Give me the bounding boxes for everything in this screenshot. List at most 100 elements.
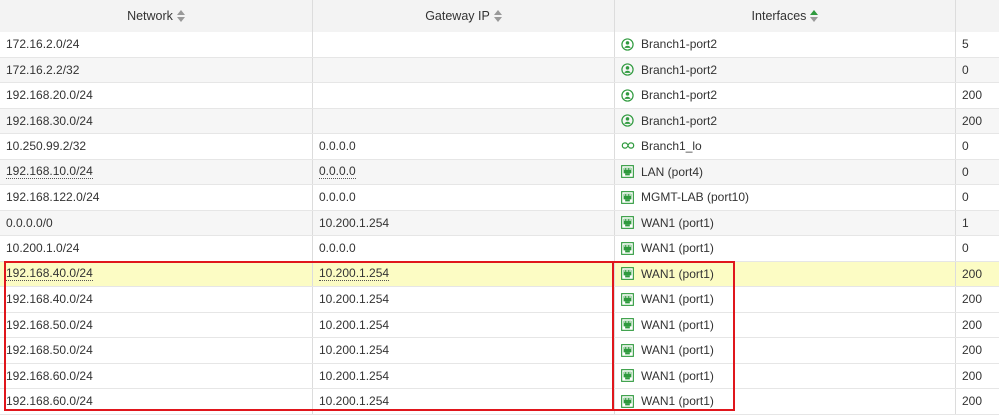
cell-extra: 1 xyxy=(956,211,999,236)
cell-network: 192.168.10.0/24 xyxy=(0,159,313,184)
cell-gateway xyxy=(313,108,615,133)
cell-extra: 200 xyxy=(956,364,999,389)
column-header-network[interactable]: Network xyxy=(0,0,313,32)
cell-network: 192.168.50.0/24 xyxy=(0,312,313,337)
cell-interface: WAN1 (port1) xyxy=(615,287,956,312)
network-value: 10.200.1.0/24 xyxy=(6,241,80,256)
sort-icon[interactable] xyxy=(493,10,502,22)
ethernet-port-icon xyxy=(621,216,634,230)
interface-value: Branch1-port2 xyxy=(641,37,718,52)
table-row[interactable]: 192.168.30.0/24 Branch1-port2 200 xyxy=(0,108,999,134)
table-row[interactable]: 192.168.10.0/24 0.0.0.0 LAN (port4) 0 xyxy=(0,159,999,185)
interface-value: WAN1 (port1) xyxy=(641,292,714,307)
extra-value: 0 xyxy=(962,62,969,77)
column-header-interfaces[interactable]: Interfaces xyxy=(615,0,956,32)
cell-network: 192.168.122.0/24 xyxy=(0,185,313,210)
cell-interface: WAN1 (port1) xyxy=(615,389,956,414)
cell-interface: Branch1-port2 xyxy=(615,83,956,108)
table-row[interactable]: 192.168.60.0/24 10.200.1.254 WAN1 (port1) 2… xyxy=(0,363,999,389)
extra-value: 200 xyxy=(962,394,983,409)
cell-network: 192.168.30.0/24 xyxy=(0,108,313,133)
cell-interface: Branch1-port2 xyxy=(615,57,956,82)
extra-value: 0 xyxy=(962,190,969,205)
cell-network: 192.168.60.0/24 xyxy=(0,389,313,414)
cell-gateway: 10.200.1.254 xyxy=(313,338,615,363)
extra-value: 200 xyxy=(962,343,983,358)
gateway-value: 0.0.0.0 xyxy=(319,164,356,180)
extra-value: 200 xyxy=(962,88,983,103)
cell-gateway: 0.0.0.0 xyxy=(313,159,615,184)
column-header-extra[interactable] xyxy=(956,0,999,32)
cell-network: 192.168.40.0/24 xyxy=(0,261,313,286)
cell-extra: 0 xyxy=(956,185,999,210)
extra-value: 0 xyxy=(962,241,969,256)
loopback-icon xyxy=(621,140,635,153)
cell-network: 192.168.40.0/24 xyxy=(0,287,313,312)
table-row[interactable]: 192.168.60.0/24 10.200.1.254 WAN1 (port1) 2… xyxy=(0,389,999,415)
table-row[interactable]: 10.200.1.0/24 0.0.0.0 WAN1 (port1) 0 xyxy=(0,236,999,262)
interface-value: WAN1 (port1) xyxy=(641,394,714,409)
network-value: 192.168.40.0/24 xyxy=(6,292,93,307)
column-header-gateway[interactable]: Gateway IP xyxy=(313,0,615,32)
table-row[interactable]: 172.16.2.2/32 Branch1-port2 0 xyxy=(0,57,999,83)
table-row[interactable]: 192.168.50.0/24 10.200.1.254 WAN1 (port1) 2… xyxy=(0,338,999,364)
cell-interface: LAN (port4) xyxy=(615,159,956,184)
cell-extra: 200 xyxy=(956,109,999,134)
cell-network: 192.168.50.0/24 xyxy=(0,338,313,363)
gateway-value: 10.200.1.254 xyxy=(319,394,390,409)
cell-network: 10.250.99.2/32 xyxy=(0,134,313,159)
cell-extra: 0 xyxy=(956,58,999,83)
interface-value: Branch1_lo xyxy=(641,139,702,154)
interface-value: WAN1 (port1) xyxy=(641,317,714,332)
sort-ascending-icon[interactable] xyxy=(810,10,819,22)
interface-value: Branch1-port2 xyxy=(641,62,718,77)
user-circle-icon xyxy=(621,89,634,102)
ethernet-port-icon xyxy=(621,165,634,179)
table-row[interactable]: 192.168.50.0/24 10.200.1.254 WAN1 (port1) 2… xyxy=(0,312,999,338)
network-value: 192.168.122.0/24 xyxy=(6,190,100,205)
table-row[interactable]: 192.168.122.0/24 0.0.0.0 MGMT-LAB (port10)… xyxy=(0,185,999,211)
table-row[interactable]: 172.16.2.0/24 Branch1-port2 5 xyxy=(0,32,999,58)
table-row[interactable]: 10.250.99.2/32 0.0.0.0 Branch1_lo 0 xyxy=(0,134,999,160)
user-circle-icon xyxy=(621,38,634,51)
cell-extra: 200 xyxy=(956,313,999,338)
column-header-network-label: Network xyxy=(127,9,173,23)
extra-value: 200 xyxy=(962,113,983,128)
gateway-value: 10.200.1.254 xyxy=(319,368,390,383)
extra-value: 1 xyxy=(962,215,969,230)
network-value: 10.250.99.2/32 xyxy=(6,139,87,154)
network-value: 172.16.2.0/24 xyxy=(6,37,80,52)
table-row[interactable]: 192.168.40.0/24 10.200.1.254 WAN1 (port1) 2… xyxy=(0,261,999,287)
ethernet-port-icon xyxy=(621,343,634,357)
column-header-interfaces-label: Interfaces xyxy=(751,9,807,23)
interface-value: WAN1 (port1) xyxy=(641,368,714,383)
extra-value: 200 xyxy=(962,292,983,307)
cell-gateway: 0.0.0.0 xyxy=(313,185,615,210)
cell-extra: 200 xyxy=(956,389,999,414)
ethernet-port-icon xyxy=(621,318,634,332)
cell-gateway: 0.0.0.0 xyxy=(313,134,615,159)
table-row[interactable]: 192.168.40.0/24 10.200.1.254 WAN1 (port1) 2… xyxy=(0,287,999,313)
interface-value: WAN1 (port1) xyxy=(641,266,714,281)
cell-interface: Branch1_lo xyxy=(615,134,956,159)
network-value: 192.168.40.0/24 xyxy=(6,266,93,282)
network-value: 192.168.60.0/24 xyxy=(6,368,93,383)
cell-extra: 0 xyxy=(956,236,999,261)
cell-extra: 200 xyxy=(956,338,999,363)
cell-network: 192.168.60.0/24 xyxy=(0,363,313,388)
interface-value: WAN1 (port1) xyxy=(641,215,714,230)
ethernet-port-icon xyxy=(621,267,634,281)
gateway-value: 0.0.0.0 xyxy=(319,241,356,256)
cell-extra: 200 xyxy=(956,262,999,287)
table-row[interactable]: 0.0.0.0/0 10.200.1.254 WAN1 (port1) 1 xyxy=(0,210,999,236)
network-value: 192.168.50.0/24 xyxy=(6,343,93,358)
sort-icon[interactable] xyxy=(176,10,185,22)
cell-extra: 0 xyxy=(956,160,999,185)
cell-network: 192.168.20.0/24 xyxy=(0,83,313,108)
interface-value: WAN1 (port1) xyxy=(641,241,714,256)
cell-gateway: 10.200.1.254 xyxy=(313,210,615,235)
cell-gateway: 10.200.1.254 xyxy=(313,363,615,388)
table-row[interactable]: 192.168.20.0/24 Branch1-port2 200 xyxy=(0,83,999,109)
network-value: 192.168.30.0/24 xyxy=(6,113,93,128)
cell-gateway: 10.200.1.254 xyxy=(313,287,615,312)
